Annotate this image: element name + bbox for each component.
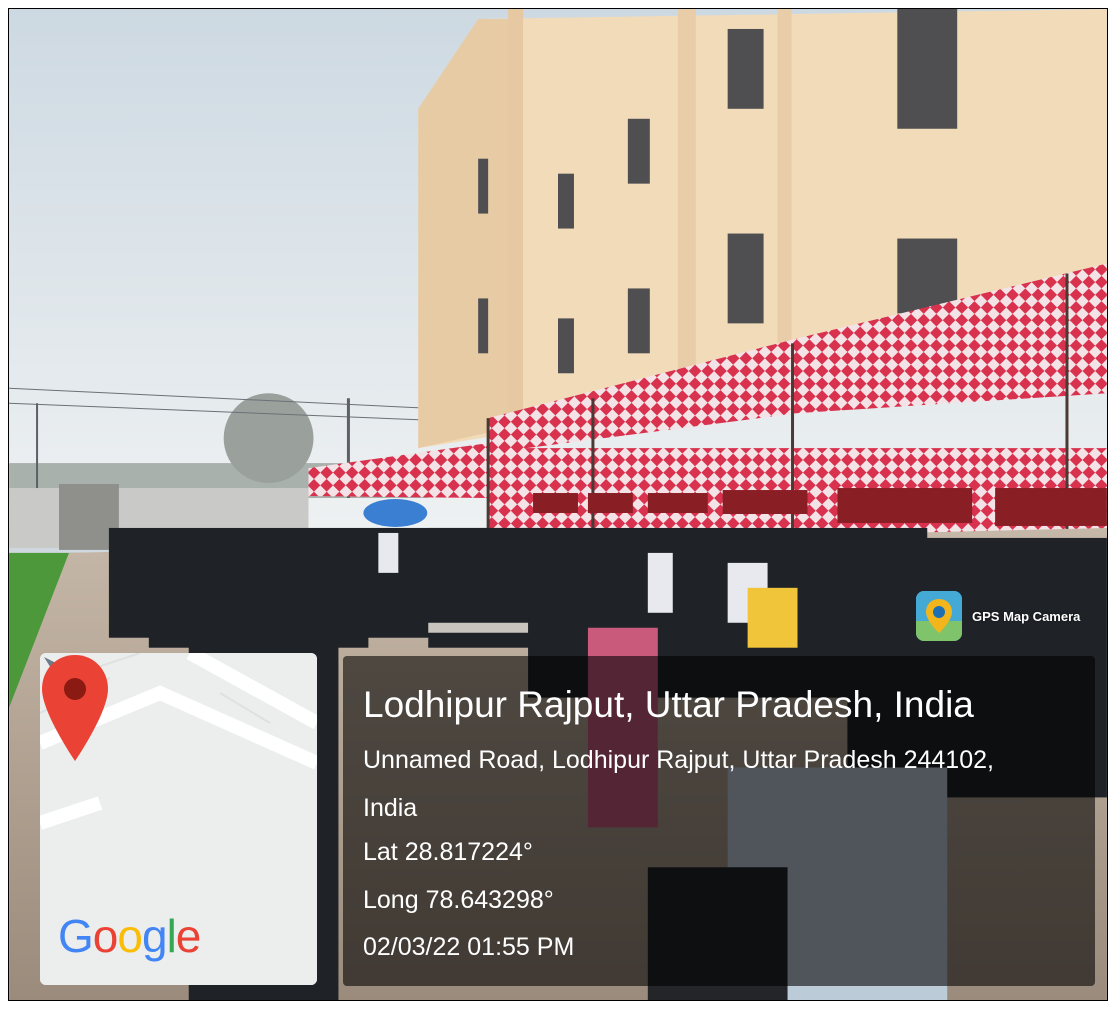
longitude-label: Long [363, 886, 419, 914]
google-logo: Google [58, 909, 202, 963]
app-badge: GPS Map Camera [916, 588, 1080, 644]
google-logo-letter: G [58, 910, 94, 962]
google-logo-letter: g [141, 910, 168, 962]
map-thumbnail[interactable]: Google [40, 653, 317, 985]
photo-frame: Google GPS Map Camera Lodhipur Rajput, U… [8, 8, 1108, 1001]
place-title: Lodhipur Rajput, Uttar Pradesh, India [363, 684, 974, 725]
longitude-value: 78.643298° [425, 886, 554, 914]
longitude-row: Long 78.643298° [363, 886, 554, 915]
gps-map-camera-app-icon [916, 591, 962, 641]
address-line-2: India [363, 794, 418, 822]
google-logo-letter: l [166, 910, 177, 962]
google-logo-letter: e [175, 910, 202, 962]
google-logo-letter: o [117, 910, 143, 962]
latitude-row: Lat 28.817224° [363, 838, 533, 867]
location-info-panel: Lodhipur Rajput, Uttar Pradesh, India Un… [343, 656, 1095, 986]
map-pin-icon [42, 655, 108, 761]
address-line-1: Unnamed Road, Lodhipur Rajput, Uttar Pra… [363, 746, 994, 774]
latitude-label: Lat [363, 838, 398, 866]
google-logo-letter: o [92, 910, 119, 962]
latitude-value: 28.817224° [404, 838, 533, 866]
app-name-label: GPS Map Camera [972, 608, 1081, 624]
timestamp: 02/03/22 01:55 PM [363, 933, 575, 961]
